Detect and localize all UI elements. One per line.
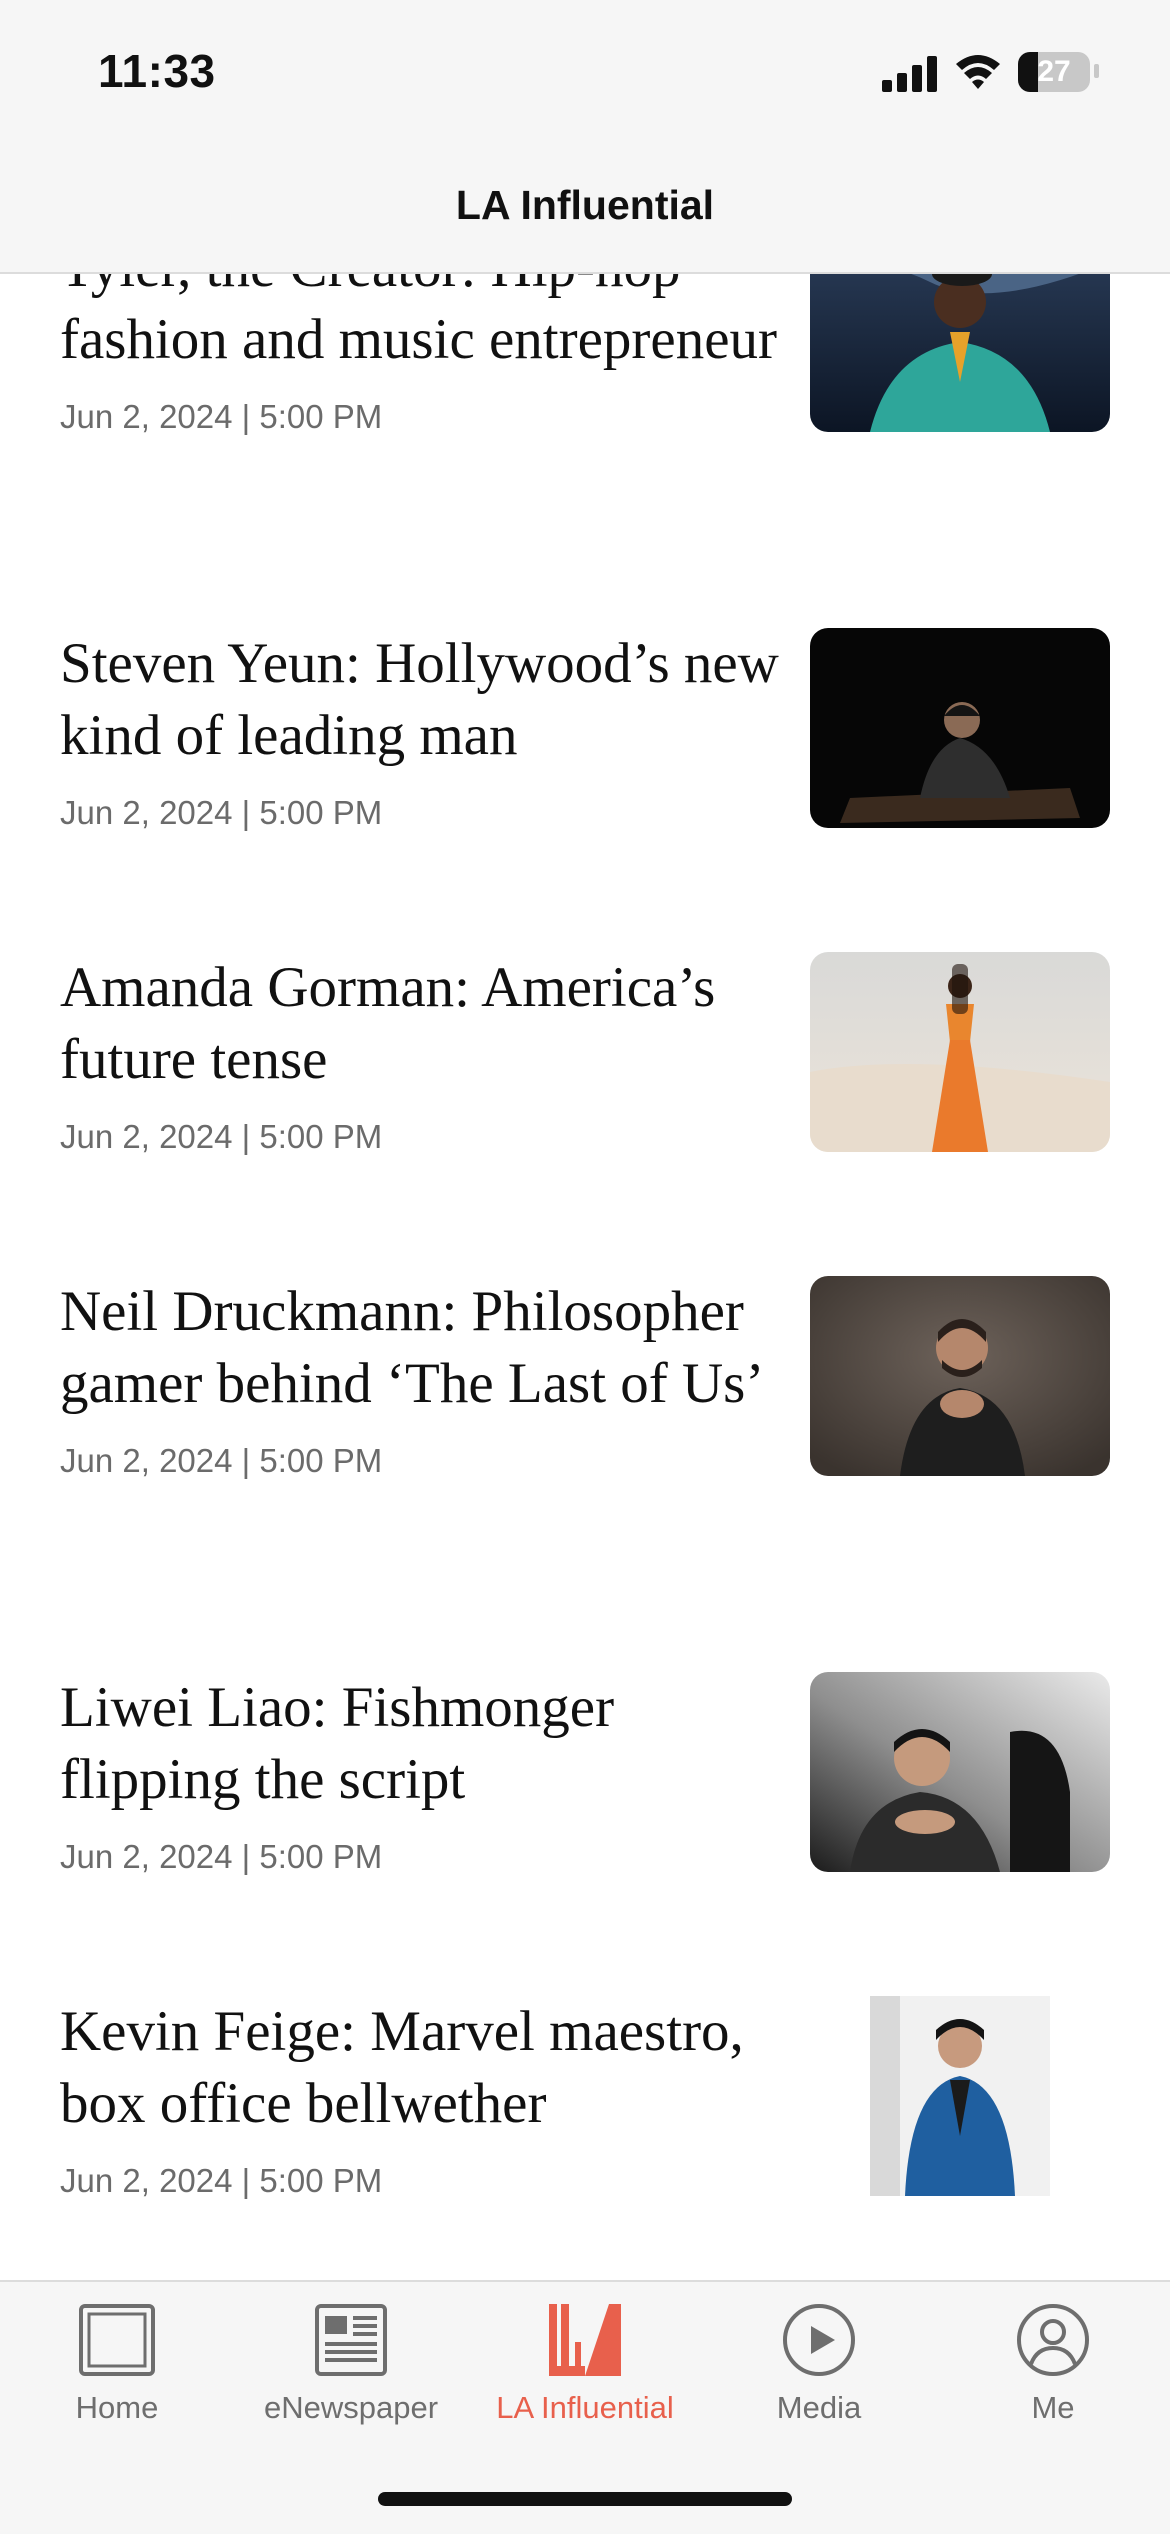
home-indicator [378, 2492, 792, 2506]
article-list: Tyler, the Creator: Hip-hop fashion and … [0, 0, 1170, 2532]
article-text: Amanda Gorman: America’s future tense Ju… [60, 952, 780, 1156]
wifi-icon [956, 55, 1000, 89]
article-thumbnail[interactable] [810, 1996, 1110, 2196]
article-text: Kevin Feige: Marvel maestro, box office … [60, 1996, 780, 2200]
article-headline[interactable]: Amanda Gorman: America’s future tense [60, 952, 780, 1096]
article-text: Liwei Liao: Fishmonger flipping the scri… [60, 1672, 780, 1876]
battery-cap [1094, 64, 1099, 78]
la-influential-icon [549, 2304, 621, 2376]
newspaper-icon [315, 2304, 387, 2376]
article-date: Jun 2, 2024 | 5:00 PM [60, 398, 383, 435]
tab-label: LA Influential [496, 2390, 674, 2425]
page-title: LA Influential [455, 182, 715, 228]
home-icon [79, 2304, 155, 2376]
article-headline[interactable]: Neil Druckmann: Philosopher gamer behind… [60, 1276, 780, 1420]
article-headline[interactable]: Liwei Liao: Fishmonger flipping the scri… [60, 1672, 780, 1816]
article-date: Jun 2, 2024 | 5:00 PM [60, 1118, 383, 1155]
tab-media[interactable]: Media [702, 2302, 936, 2442]
top-bar: 11:33 27 LA Influential [0, 0, 1170, 274]
article-headline[interactable]: Steven Yeun: Hollywood’s new kind of lea… [60, 628, 780, 772]
article-text: Steven Yeun: Hollywood’s new kind of lea… [60, 628, 780, 832]
article-date: Jun 2, 2024 | 5:00 PM [60, 1442, 383, 1479]
tab-enewspaper[interactable]: eNewspaper [234, 2302, 468, 2442]
tab-label: Home [75, 2390, 159, 2425]
article-thumbnail[interactable] [810, 952, 1110, 1152]
tab-la-influential[interactable]: LA Influential [468, 2302, 702, 2442]
play-circle-icon [783, 2304, 855, 2376]
article-date: Jun 2, 2024 | 5:00 PM [60, 794, 383, 831]
tab-label: eNewspaper [263, 2390, 439, 2425]
battery-icon: 27 [1018, 52, 1090, 92]
article-thumbnail[interactable] [810, 1276, 1110, 1476]
tab-me[interactable]: Me [936, 2302, 1170, 2442]
tab-home[interactable]: Home [0, 2302, 234, 2442]
battery-level: 27 [1037, 55, 1071, 88]
article-thumbnail[interactable] [810, 628, 1110, 828]
profile-icon [1017, 2304, 1089, 2376]
status-icons: 27 [834, 50, 1114, 98]
article-date: Jun 2, 2024 | 5:00 PM [60, 2162, 383, 2199]
cellular-signal-icon [882, 56, 937, 92]
article-date: Jun 2, 2024 | 5:00 PM [60, 1838, 383, 1875]
article-text: Neil Druckmann: Philosopher gamer behind… [60, 1276, 780, 1480]
tab-label: Media [776, 2390, 862, 2425]
article-thumbnail[interactable] [810, 1672, 1110, 1872]
tab-label: Me [1031, 2390, 1075, 2425]
article-headline[interactable]: Kevin Feige: Marvel maestro, box office … [60, 1996, 780, 2140]
status-time: 11:33 [98, 45, 216, 97]
